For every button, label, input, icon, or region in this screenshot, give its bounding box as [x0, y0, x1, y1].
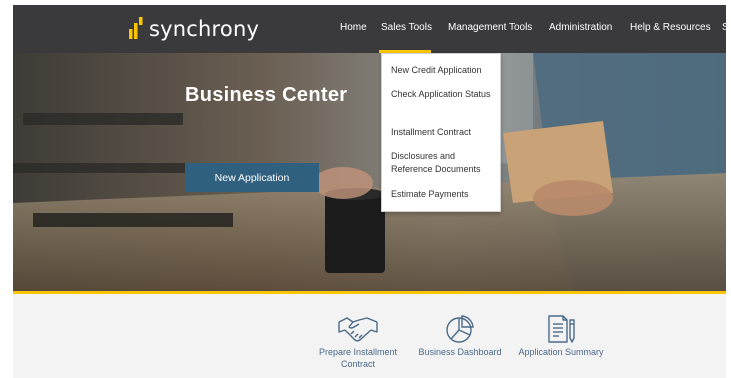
prepare-installment-contract-tile[interactable]: Prepare Installment Contract [303, 314, 413, 370]
menu-item-estimate-payments[interactable]: Estimate Payments [391, 188, 495, 201]
nav-sales-tools[interactable]: Sales Tools [381, 22, 432, 33]
handshake-icon [338, 317, 378, 342]
document-pencil-icon [548, 315, 575, 343]
nav-item-truncated[interactable]: S [722, 22, 726, 33]
logo-bars-icon [129, 17, 143, 39]
new-application-button[interactable]: New Application [185, 163, 319, 192]
nav-administration[interactable]: Administration [549, 22, 612, 33]
logo-text: synchrony [149, 17, 260, 41]
tile-label: Application Summary [518, 347, 604, 357]
menu-item-check-application-status[interactable]: Check Application Status [391, 88, 495, 101]
tile-label: Prepare Installment Contract [318, 347, 398, 369]
synchrony-logo[interactable]: synchrony [129, 15, 259, 43]
menu-item-installment-contract[interactable]: Installment Contract [391, 126, 495, 139]
sales-tools-dropdown-menu: New Credit Application Check Application… [381, 53, 501, 212]
top-navbar: synchrony Home Sales Tools Management To… [13, 5, 726, 53]
hero-banner: Business Center New Application [13, 53, 726, 291]
quick-links-panel: Prepare Installment Contract Business Da… [13, 294, 726, 378]
nav-home[interactable]: Home [340, 22, 367, 33]
menu-item-new-credit-application[interactable]: New Credit Application [391, 64, 495, 77]
hero-background-image [13, 53, 726, 291]
pie-chart-icon [446, 315, 474, 343]
menu-item-disclosures-reference-documents[interactable]: Disclosures and Reference Documents [391, 150, 495, 176]
application-summary-tile[interactable]: Application Summary [506, 314, 616, 358]
nav-management-tools[interactable]: Management Tools [448, 22, 532, 33]
tile-label: Business Dashboard [418, 347, 502, 357]
page-title: Business Center [185, 84, 348, 106]
browser-viewport: synchrony Home Sales Tools Management To… [13, 5, 726, 378]
business-dashboard-tile[interactable]: Business Dashboard [405, 314, 515, 358]
nav-help-resources[interactable]: Help & Resources [630, 22, 711, 33]
